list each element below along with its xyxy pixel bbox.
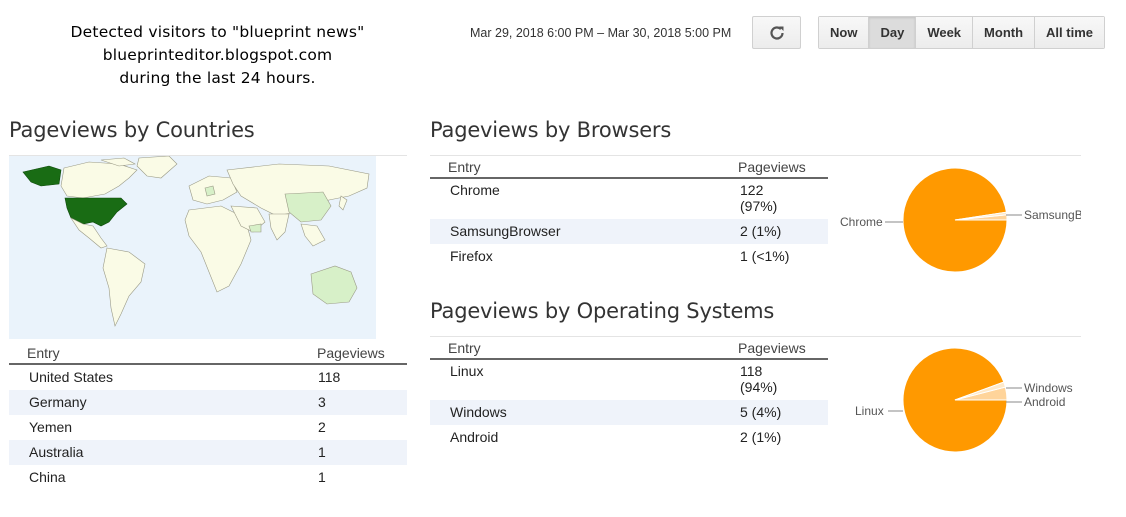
period-selector: Now Day Week Month All time (818, 16, 1105, 49)
caption-line-1: Detected visitors to "blueprint news" (70, 23, 365, 41)
table-row: United States 118 (9, 365, 407, 390)
report-caption: Detected visitors to "blueprint news" bl… (20, 21, 415, 90)
countries-row-entry: China (29, 469, 66, 485)
os-pie-label-android: Android (1024, 395, 1065, 409)
os-row-entry: Linux (450, 363, 484, 379)
countries-row-entry: Germany (29, 394, 87, 410)
period-day-button[interactable]: Day (868, 17, 916, 48)
period-week-button[interactable]: Week (915, 17, 973, 48)
table-row: Firefox 1 (<1%) (430, 244, 828, 269)
table-row: Chrome 122 (97%) (430, 179, 828, 219)
table-row: Yemen 2 (9, 415, 407, 440)
os-row-pageviews: 2 (1%) (740, 429, 782, 445)
os-pie-chart: Linux Windows Android (855, 347, 1073, 453)
countries-row-pageviews: 118 (318, 369, 341, 385)
browsers-pie-label-samsung: SamsungB (1024, 208, 1081, 222)
os-title: Pageviews by Operating Systems (430, 299, 775, 323)
os-row-pageviews: 5 (4%) (740, 404, 782, 420)
browsers-row-pageviews: 2 (1%) (740, 223, 782, 239)
countries-col-entry: Entry (27, 345, 60, 361)
refresh-button[interactable] (752, 16, 801, 49)
countries-row-entry: United States (29, 369, 114, 385)
table-row: Australia 1 (9, 440, 407, 465)
browsers-title: Pageviews by Browsers (430, 118, 672, 142)
browsers-col-entry: Entry (448, 159, 481, 175)
os-table: Entry Pageviews Linux 118 (94%) Windows … (430, 336, 828, 450)
os-row-entry: Android (450, 429, 499, 445)
os-pie-slices (902, 347, 1008, 453)
countries-col-pageviews: Pageviews (317, 345, 385, 361)
table-row: SamsungBrowser 2 (1%) (430, 219, 828, 244)
countries-row-pageviews: 3 (318, 394, 326, 410)
os-row-pv-line2: (94%) (740, 379, 778, 395)
table-row: Android 2 (1%) (430, 425, 828, 450)
os-col-entry: Entry (448, 340, 481, 356)
os-table-header: Entry Pageviews (430, 336, 828, 360)
browsers-row-entry: SamsungBrowser (450, 223, 561, 239)
table-row: Linux 118 (94%) (430, 360, 828, 400)
countries-table: Entry Pageviews United States 118 German… (9, 341, 407, 490)
countries-row-entry: Australia (29, 444, 84, 460)
countries-row-pageviews: 1 (318, 469, 326, 485)
browsers-col-pageviews: Pageviews (738, 159, 806, 175)
browsers-pie-label-chrome: Chrome (840, 215, 883, 229)
refresh-icon (769, 25, 784, 40)
os-col-pageviews: Pageviews (738, 340, 806, 356)
browsers-row-pageviews: 122 (97%) (720, 182, 828, 214)
os-row-entry: Windows (450, 404, 507, 420)
countries-row-pageviews: 2 (318, 419, 326, 435)
browsers-row-pageviews: 1 (<1%) (740, 248, 790, 264)
os-pie-label-linux: Linux (855, 404, 884, 418)
caption-line-3: during the last 24 hours. (119, 69, 316, 87)
countries-row-entry: Yemen (29, 419, 73, 435)
period-now-button[interactable]: Now (819, 17, 869, 48)
countries-table-header: Entry Pageviews (9, 341, 407, 365)
os-pie-label-windows: Windows (1024, 381, 1073, 395)
date-range: Mar 29, 2018 6:00 PM – Mar 30, 2018 5:00… (470, 26, 732, 40)
browsers-table: Entry Pageviews Chrome 122 (97%) Samsung… (430, 155, 828, 269)
browsers-pie-chart: Chrome SamsungB (840, 167, 1081, 273)
table-row: China 1 (9, 465, 407, 490)
caption-line-2: blueprinteditor.blogspot.com (102, 46, 333, 64)
browsers-row-pv-line2: (97%) (740, 198, 778, 214)
period-all-time-button[interactable]: All time (1034, 17, 1104, 48)
browsers-table-header: Entry Pageviews (430, 155, 828, 179)
browsers-row-entry: Chrome (450, 182, 500, 198)
countries-title: Pageviews by Countries (9, 118, 255, 142)
os-row-pageviews: 118 (94%) (720, 363, 828, 395)
browsers-row-entry: Firefox (450, 248, 493, 264)
os-row-pv-line1: 118 (740, 363, 763, 379)
map-land-germany (204, 185, 216, 197)
table-row: Germany 3 (9, 390, 407, 415)
countries-row-pageviews: 1 (318, 444, 326, 460)
browsers-row-pv-line1: 122 (740, 182, 764, 198)
countries-map (9, 156, 376, 339)
table-row: Windows 5 (4%) (430, 400, 828, 425)
browsers-pie-slices (902, 167, 1008, 273)
period-month-button[interactable]: Month (972, 17, 1035, 48)
